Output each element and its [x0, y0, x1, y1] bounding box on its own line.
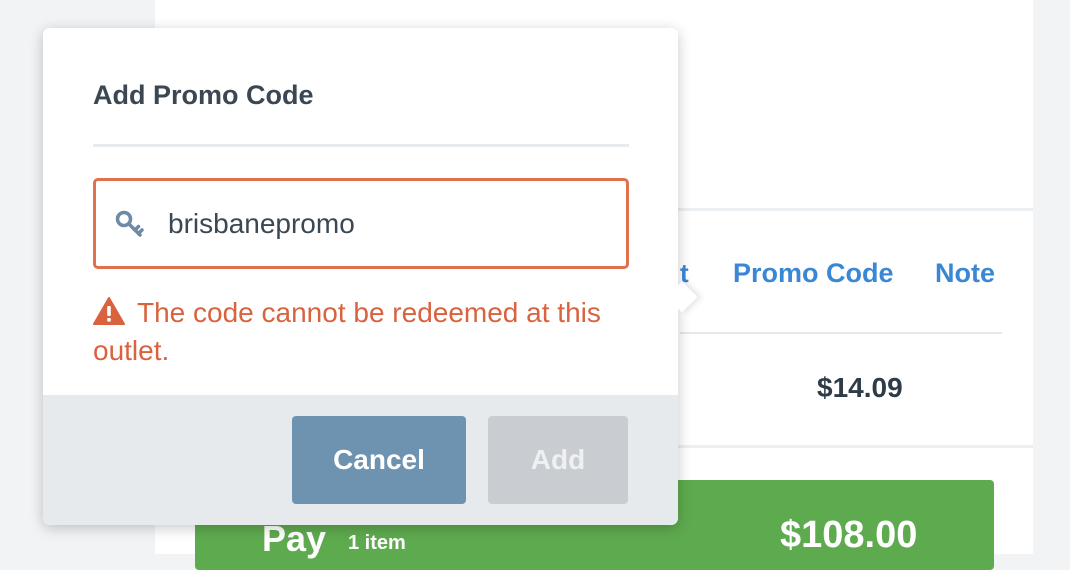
popover-title: Add Promo Code	[93, 80, 314, 110]
pay-item-count: 1 item	[348, 532, 406, 554]
tabs-divider	[680, 332, 1002, 334]
tab-promo-code[interactable]: Promo Code	[733, 258, 894, 289]
popover-footer: Cancel Add	[43, 395, 678, 525]
title-divider	[93, 144, 629, 147]
add-button[interactable]: Add	[488, 416, 628, 504]
pay-amount: $108.00	[780, 514, 918, 556]
line-price: $14.09	[817, 372, 903, 403]
tab-note[interactable]: Note	[935, 258, 995, 289]
promo-code-input[interactable]	[168, 201, 608, 247]
key-icon	[115, 210, 144, 237]
promo-code-popover: Add Promo Code The code cannot be redeem…	[43, 28, 698, 525]
cancel-button[interactable]: Cancel	[292, 416, 466, 504]
error-message: The code cannot be redeemed at this outl…	[93, 294, 633, 370]
error-text: The code cannot be redeemed at this outl…	[93, 297, 601, 366]
promo-code-field[interactable]	[93, 178, 629, 269]
warning-icon	[93, 297, 125, 325]
popover-body: Add Promo Code The code cannot be redeem…	[43, 28, 678, 525]
